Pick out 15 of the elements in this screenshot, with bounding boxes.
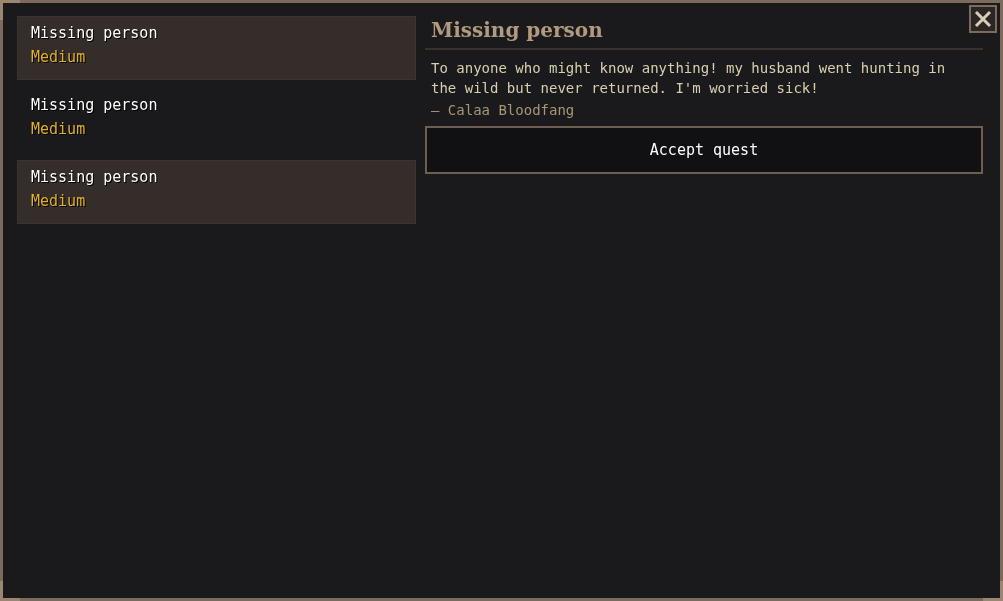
close-icon: [973, 9, 993, 29]
quest-difficulty: Medium: [31, 192, 87, 210]
quest-giver: – Calaa Bloodfang: [430, 102, 576, 118]
quest-list-item[interactable]: Missing person Medium: [17, 88, 416, 152]
quest-description: To anyone who might know anything! my husband went hunting in the wild but never returned. I'm worried sick!: [430, 59, 947, 98]
quest-list-item[interactable]: Missing person Medium: [17, 160, 416, 224]
accept-quest-button[interactable]: Accept quest: [425, 126, 983, 174]
quest-difficulty: Medium: [31, 48, 87, 66]
quest-title: Missing person: [31, 24, 159, 42]
quest-title: Missing person: [31, 96, 159, 114]
close-button[interactable]: [969, 5, 997, 33]
quest-list-item[interactable]: Missing person Medium: [17, 16, 416, 80]
quest-difficulty: Medium: [31, 120, 87, 138]
quest-heading: Missing person: [430, 18, 604, 42]
quest-title: Missing person: [31, 168, 159, 186]
